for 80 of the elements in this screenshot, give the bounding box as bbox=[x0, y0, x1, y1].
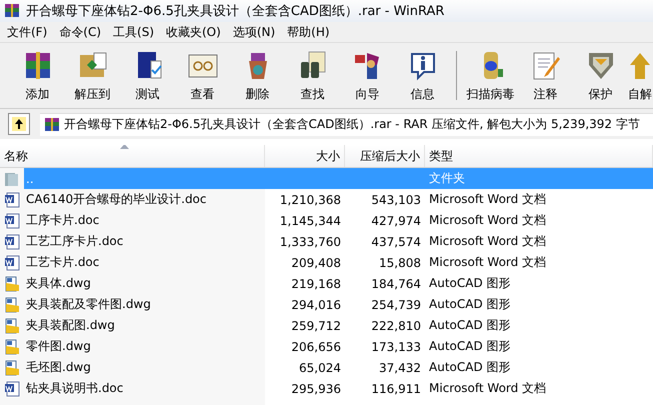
packed-size: 427,974 bbox=[370, 214, 422, 228]
file-name[interactable]: 夹具装配及零件图.dwg bbox=[22, 296, 155, 313]
file-name[interactable]: CA6140开合螺母的毕业设计.doc bbox=[22, 191, 210, 208]
file-type: AutoCAD 图形 bbox=[428, 296, 512, 313]
file-size: 209,408 bbox=[290, 256, 342, 270]
up-folder-button[interactable] bbox=[8, 113, 30, 135]
packed-size: 222,810 bbox=[370, 318, 422, 332]
menu-item[interactable]: 文件(F) bbox=[2, 24, 52, 40]
packed-size: 543,103 bbox=[370, 192, 422, 206]
toolbar-button[interactable]: 查找 bbox=[285, 43, 340, 108]
toolbar-button[interactable]: 自解 bbox=[628, 43, 653, 108]
toolbar-button[interactable]: 扫描病毒 bbox=[463, 43, 518, 108]
word-document-icon bbox=[4, 254, 20, 270]
file-name[interactable]: 夹具装配图.dwg bbox=[22, 317, 119, 334]
file-size: 219,168 bbox=[290, 276, 342, 290]
packed-size: 254,739 bbox=[370, 298, 422, 312]
menu-item[interactable]: 收藏夹(O) bbox=[161, 24, 226, 40]
file-name[interactable]: 工艺工序卡片.doc bbox=[22, 233, 128, 250]
file-type: Microsoft Word 文档 bbox=[428, 191, 548, 208]
file-size: 1,145,344 bbox=[278, 214, 342, 228]
drawing-file-icon bbox=[4, 296, 20, 312]
packed-size: 37,432 bbox=[378, 360, 422, 374]
file-type: AutoCAD 图形 bbox=[428, 275, 512, 292]
sort-arrow-icon bbox=[120, 145, 129, 149]
archive-icon bbox=[44, 116, 60, 132]
drawing-file-icon bbox=[4, 276, 20, 292]
file-name[interactable]: 钻夹具说明书.doc bbox=[22, 380, 128, 397]
drawing-file-icon bbox=[4, 318, 20, 334]
toolbar-button[interactable]: 向导 bbox=[340, 43, 395, 108]
archive-icon bbox=[4, 3, 20, 19]
window-title: 开合螺母下座体钻2-Φ6.5孔夹具设计（全套含CAD图纸）.rar - WinRAR bbox=[26, 3, 444, 20]
file-size: 206,656 bbox=[290, 340, 342, 354]
file-name[interactable]: 工艺卡片.doc bbox=[22, 254, 104, 271]
folder-icon bbox=[4, 170, 20, 186]
column-header[interactable]: 名称 bbox=[0, 145, 265, 167]
menu-item[interactable]: 帮助(H) bbox=[282, 24, 335, 40]
column-header[interactable]: 压缩后大小 bbox=[345, 145, 425, 167]
word-document-icon bbox=[4, 192, 20, 208]
toolbar-button[interactable]: 查看 bbox=[175, 43, 230, 108]
file-name[interactable]: 毛坯图.dwg bbox=[22, 359, 95, 376]
packed-size: 116,911 bbox=[370, 382, 422, 396]
drawing-file-icon bbox=[4, 360, 20, 376]
file-type: Microsoft Word 文档 bbox=[428, 254, 548, 271]
toolbar-button[interactable]: 添加 bbox=[10, 43, 65, 108]
toolbar-button[interactable]: 删除 bbox=[230, 43, 285, 108]
word-document-icon bbox=[4, 234, 20, 250]
file-name[interactable]: 工序卡片.doc bbox=[22, 212, 104, 229]
menu-item[interactable]: 选项(N) bbox=[228, 24, 280, 40]
file-type: Microsoft Word 文档 bbox=[428, 380, 548, 397]
file-type: AutoCAD 图形 bbox=[428, 317, 512, 334]
packed-size: 184,764 bbox=[370, 276, 422, 290]
file-size: 295,936 bbox=[290, 382, 342, 396]
drawing-file-icon bbox=[4, 338, 20, 354]
packed-size: 15,808 bbox=[378, 256, 422, 270]
file-type: AutoCAD 图形 bbox=[428, 338, 512, 355]
file-size: 1,333,760 bbox=[278, 234, 342, 248]
toolbar-button[interactable]: 注释 bbox=[518, 43, 573, 108]
toolbar-button[interactable]: 测试 bbox=[120, 43, 175, 108]
address-field[interactable]: 开合螺母下座体钻2-Φ6.5孔夹具设计（全套含CAD图纸）.rar - RAR 压缩文件, 解包大小为 5,239,392 字节 bbox=[40, 112, 653, 136]
file-size: 1,210,368 bbox=[278, 192, 342, 206]
column-header[interactable]: 类型 bbox=[425, 145, 653, 167]
file-size: 259,712 bbox=[290, 318, 342, 332]
file-type: AutoCAD 图形 bbox=[428, 359, 512, 376]
toolbar-button[interactable]: 保护 bbox=[573, 43, 628, 108]
file-size: 294,016 bbox=[290, 298, 342, 312]
file-size: 65,024 bbox=[298, 360, 342, 374]
file-name[interactable]: 零件图.dwg bbox=[22, 338, 95, 355]
menu-item[interactable]: 工具(S) bbox=[108, 24, 159, 40]
packed-size: 173,133 bbox=[370, 340, 422, 354]
menu-item[interactable]: 命令(C) bbox=[54, 24, 106, 40]
file-type: Microsoft Word 文档 bbox=[428, 233, 548, 250]
packed-size: 437,574 bbox=[370, 234, 422, 248]
word-document-icon bbox=[4, 380, 20, 396]
column-header[interactable]: 大小 bbox=[265, 145, 345, 167]
file-name[interactable]: 夹具体.dwg bbox=[22, 275, 95, 292]
toolbar-button[interactable]: 信息 bbox=[395, 43, 450, 108]
word-document-icon bbox=[4, 212, 20, 228]
toolbar-button[interactable]: 解压到 bbox=[65, 43, 120, 108]
file-type: Microsoft Word 文档 bbox=[428, 212, 548, 229]
file-type: 文件夹 bbox=[428, 170, 466, 187]
